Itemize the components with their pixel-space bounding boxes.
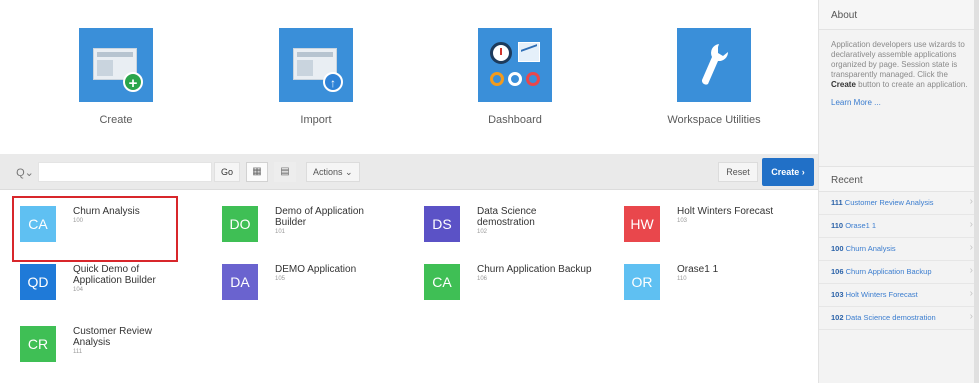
app-id: 106 [477, 276, 488, 282]
chevron-right-icon: › [969, 196, 973, 207]
wrench-icon [677, 28, 751, 102]
dashboard-icon [478, 28, 552, 102]
app-initials-icon: HW [624, 206, 660, 242]
chevron-right-icon: › [969, 242, 973, 253]
app-card-data-science-demostration[interactable]: DS Data Science demostration 102 [416, 196, 606, 248]
app-initials-icon: QD [20, 264, 56, 300]
app-initials-icon: OR [624, 264, 660, 300]
about-text: Application developers use wizards to de… [831, 40, 969, 108]
app-name: DEMO Application [275, 264, 357, 275]
sidebar-scrollbar[interactable] [974, 0, 979, 383]
app-initials-icon: CR [20, 326, 56, 362]
recent-item[interactable]: 100 Churn Analysis › [819, 238, 979, 261]
chevron-right-icon: › [969, 311, 973, 322]
recent-item[interactable]: 103 Holt Winters Forecast › [819, 284, 979, 307]
list-view-icon[interactable]: ▤ [274, 162, 296, 182]
hero-actions: + Create ↑ Import Dashboard Workspace Ut… [0, 0, 818, 150]
create-tile[interactable]: + Create [41, 28, 191, 126]
go-button[interactable]: Go [214, 162, 241, 182]
chevron-right-icon: › [969, 265, 973, 276]
chevron-right-icon: › [969, 288, 973, 299]
app-card-customer-review-analysis[interactable]: CR Customer Review Analysis 111 [12, 316, 202, 368]
recent-heading: Recent [819, 166, 979, 192]
workspace-utilities-tile[interactable]: Workspace Utilities [639, 28, 789, 126]
recent-item[interactable]: 111 Customer Review Analysis › [819, 192, 979, 215]
search-box: Q⌄ [12, 162, 212, 182]
app-card-holt-winters-forecast[interactable]: HW Holt Winters Forecast 103 [616, 196, 806, 248]
workspace-utilities-label: Workspace Utilities [667, 114, 761, 126]
app-initials-icon: CA [424, 264, 460, 300]
create-button[interactable]: Create › [762, 158, 814, 186]
right-sidebar: About Application developers use wizards… [818, 0, 979, 383]
learn-more-link[interactable]: Learn More ... [831, 98, 969, 108]
search-icon[interactable]: Q⌄ [12, 162, 38, 182]
app-id: 105 [275, 276, 286, 282]
grid-view-icon[interactable]: ▦ [246, 162, 268, 182]
search-input[interactable] [38, 162, 212, 182]
import-label: Import [300, 114, 332, 126]
app-name: Customer Review Analysis [73, 326, 152, 348]
app-id: 111 [73, 349, 83, 355]
app-card-churn-application-backup[interactable]: CA Churn Application Backup 106 [416, 254, 606, 306]
recent-list: 111 Customer Review Analysis › 110 Orase… [819, 192, 979, 330]
app-name: Orase1 1 [677, 264, 719, 275]
dashboard-tile[interactable]: Dashboard [440, 28, 590, 126]
recent-item[interactable]: 102 Data Science demostration › [819, 307, 979, 330]
about-heading: About [819, 0, 979, 30]
selected-app-highlight [12, 196, 178, 262]
recent-item[interactable]: 110 Orase1 1 › [819, 215, 979, 238]
app-id: 110 [677, 276, 687, 282]
app-initials-icon: DS [424, 206, 460, 242]
app-name: Quick Demo of Application Builder [73, 264, 156, 286]
create-label: Create [99, 114, 133, 126]
app-name: Churn Application Backup [477, 264, 592, 275]
chevron-right-icon: › [969, 219, 973, 230]
app-card-demo-application[interactable]: DA DEMO Application 105 [214, 254, 404, 306]
app-name: Demo of Application Builder [275, 206, 364, 228]
app-initials-icon: DA [222, 264, 258, 300]
app-id: 101 [275, 229, 286, 235]
import-icon: ↑ [279, 28, 353, 102]
recent-item[interactable]: 106 Churn Application Backup › [819, 261, 979, 284]
app-id: 104 [73, 287, 84, 293]
actions-button[interactable]: Actions ⌄ [306, 162, 360, 182]
app-name: Data Science demostration [477, 206, 537, 228]
app-id: 103 [677, 218, 688, 224]
app-toolbar: Q⌄ Go ▦ ▤ Actions ⌄ Reset Create › [0, 154, 818, 190]
app-initials-icon: DO [222, 206, 258, 242]
app-id: 102 [477, 229, 488, 235]
import-tile[interactable]: ↑ Import [241, 28, 391, 126]
create-icon: + [79, 28, 153, 102]
app-card-demo-of-application-builder[interactable]: DO Demo of Application Builder 101 [214, 196, 404, 248]
reset-button[interactable]: Reset [718, 162, 758, 182]
dashboard-label: Dashboard [488, 114, 542, 126]
app-name: Holt Winters Forecast [677, 206, 774, 217]
app-card-orase1-1[interactable]: OR Orase1 1 110 [616, 254, 806, 306]
